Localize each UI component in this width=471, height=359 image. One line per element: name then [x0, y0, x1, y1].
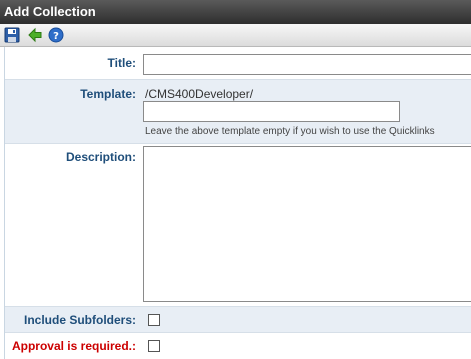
- include-subfolders-label: Include Subfolders:: [23, 313, 136, 327]
- window-title-bar: Add Collection: [0, 0, 471, 24]
- include-subfolders-row: Include Subfolders:: [5, 307, 471, 332]
- add-collection-form: Title: Template: /CMS400Developer/ Leave…: [4, 47, 471, 359]
- template-hint: Leave the above template empty if you wi…: [145, 126, 435, 137]
- back-arrow-icon[interactable]: [27, 27, 43, 43]
- toolbar: ?: [0, 24, 471, 47]
- save-icon[interactable]: [4, 27, 20, 43]
- window-title: Add Collection: [4, 4, 96, 19]
- title-input[interactable]: [143, 54, 471, 75]
- template-label: Template:: [80, 87, 136, 101]
- template-input[interactable]: [143, 101, 400, 122]
- approval-required-label: Approval is required.:: [11, 339, 136, 353]
- description-textarea[interactable]: [143, 146, 471, 302]
- approval-required-checkbox[interactable]: [148, 340, 160, 352]
- template-row: Template: /CMS400Developer/ Leave the ab…: [5, 80, 471, 143]
- help-icon[interactable]: ?: [48, 27, 64, 43]
- approval-row: Approval is required.:: [5, 333, 471, 359]
- include-subfolders-checkbox[interactable]: [148, 314, 160, 326]
- title-label: Title:: [107, 56, 136, 70]
- svg-text:?: ?: [53, 31, 59, 42]
- title-row: Title:: [5, 47, 471, 79]
- description-row: Description:: [5, 144, 471, 302]
- description-label: Description:: [65, 150, 136, 164]
- template-path: /CMS400Developer/: [145, 87, 254, 101]
